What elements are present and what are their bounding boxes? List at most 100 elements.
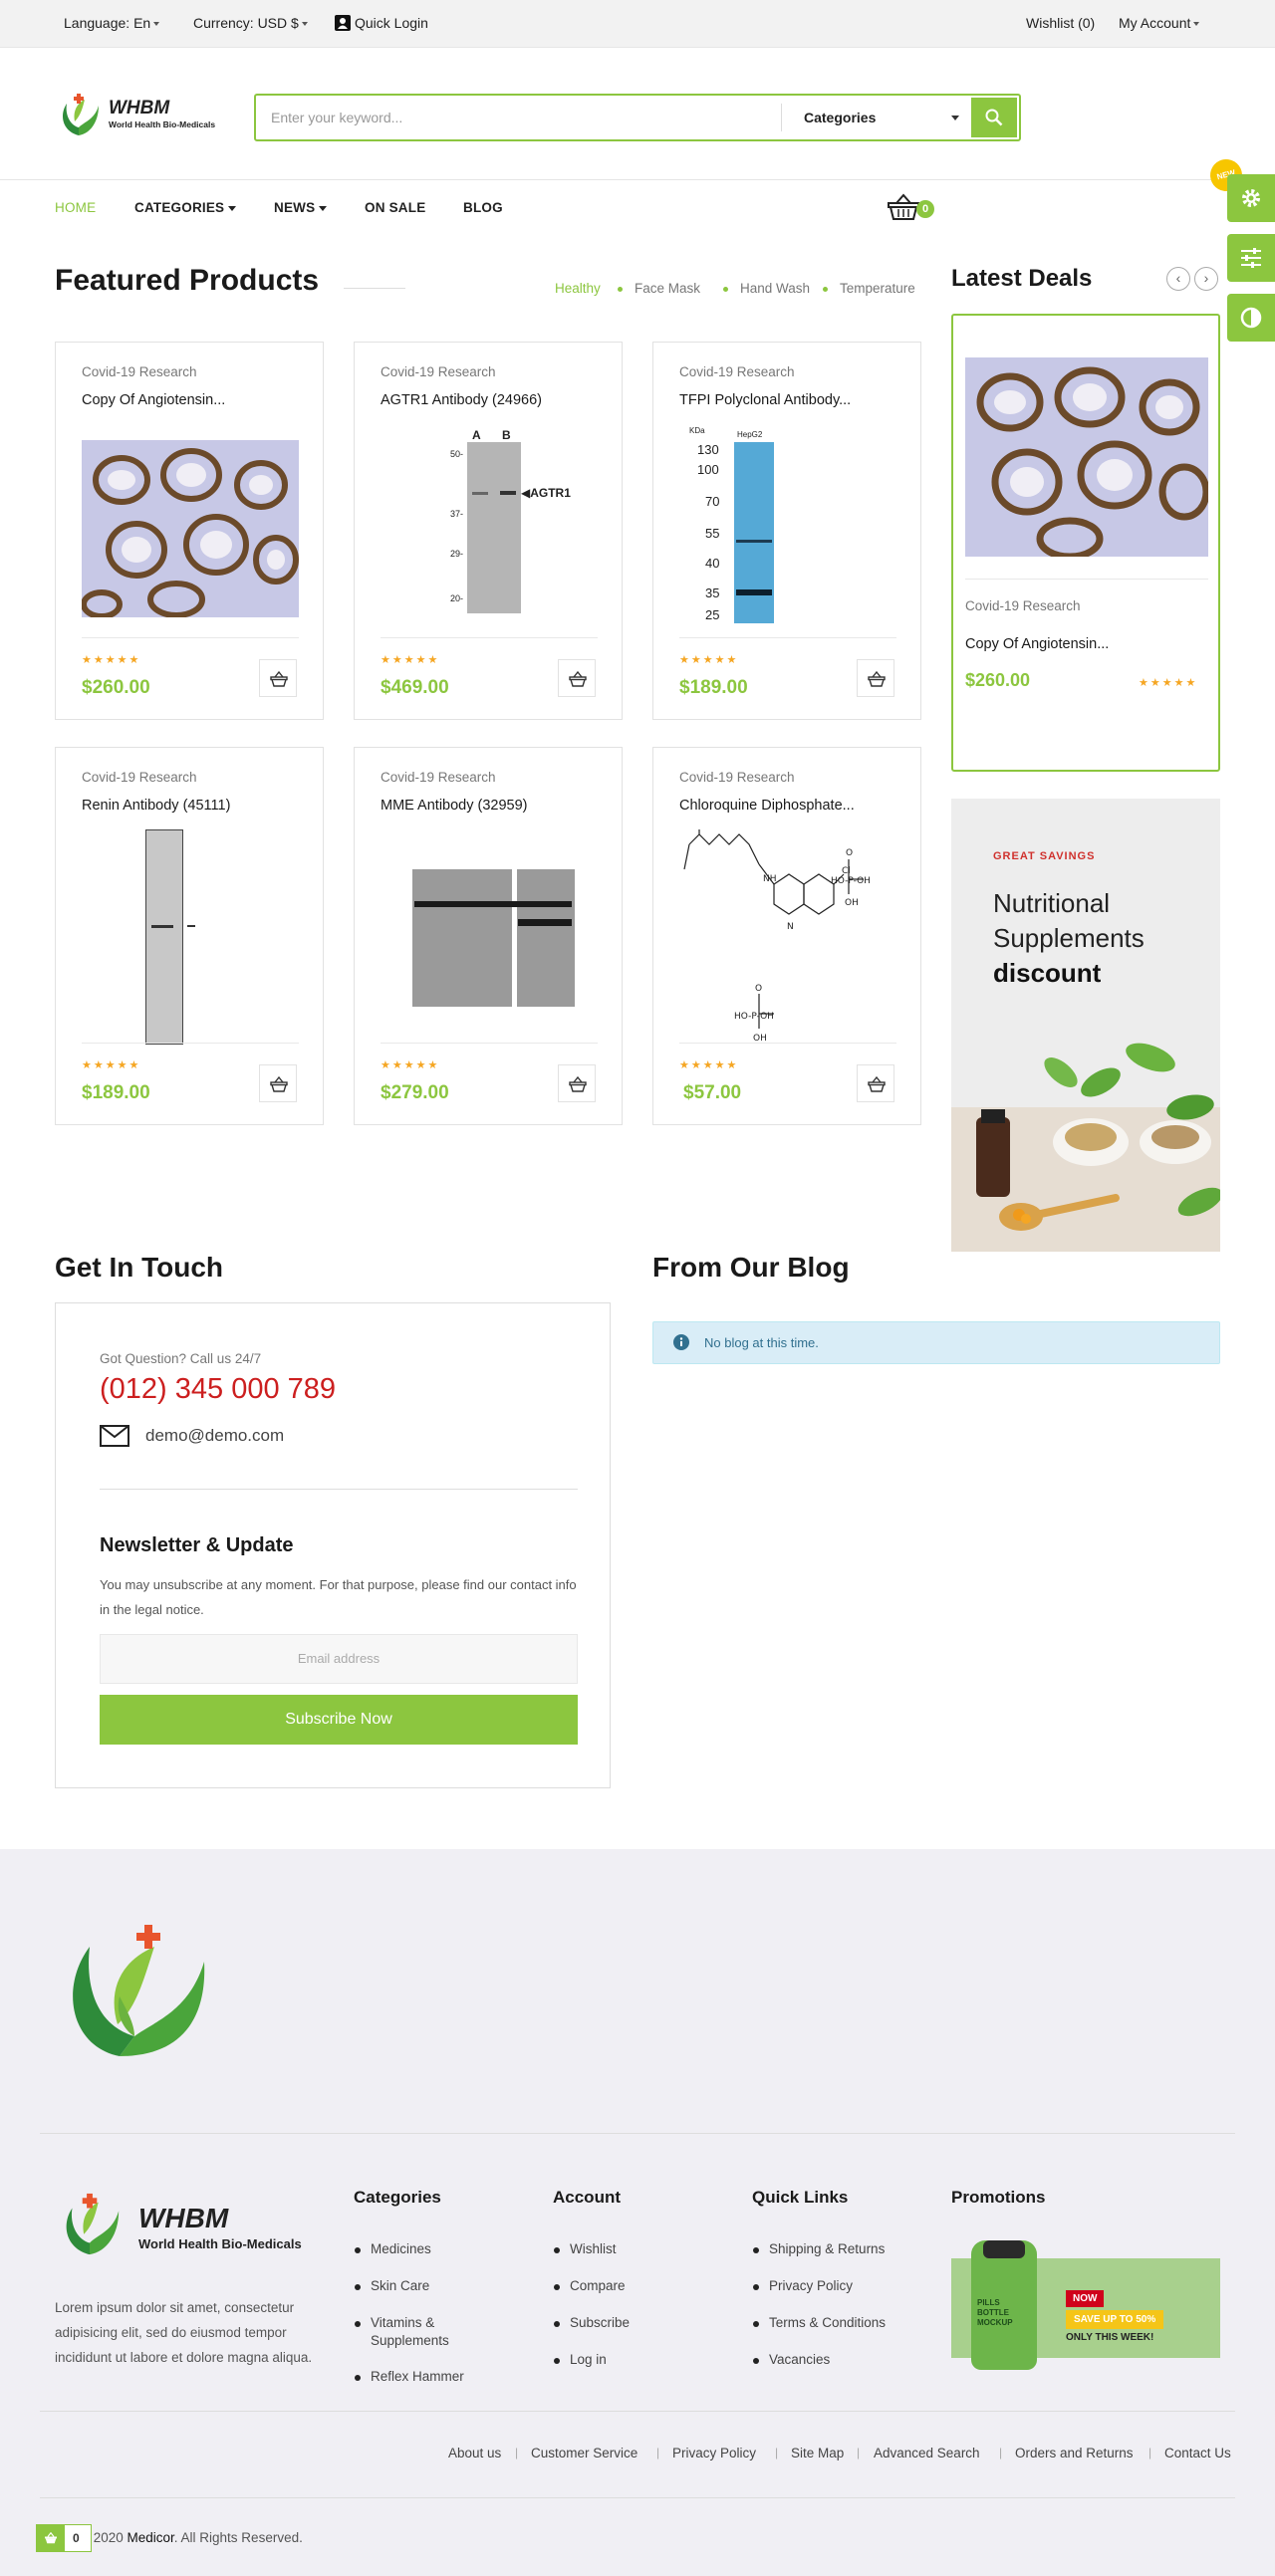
product-category[interactable]: Covid-19 Research xyxy=(82,770,197,785)
product-name[interactable]: Renin Antibody (45111) xyxy=(82,798,230,814)
product-category[interactable]: Covid-19 Research xyxy=(82,364,197,379)
logo-leaf-icon xyxy=(63,94,99,135)
add-to-cart-button[interactable] xyxy=(259,1064,297,1102)
settings-widget-button[interactable] xyxy=(1227,174,1275,222)
footer-bottom-link[interactable]: About us xyxy=(448,2446,501,2460)
product-category[interactable]: Covid-19 Research xyxy=(381,364,496,379)
promotion-banner[interactable]: PILLS BOTTLE MOCKUP NOW SAVE UP TO 50% O… xyxy=(951,2240,1220,2385)
filter-tab-face-mask[interactable]: Face Mask xyxy=(635,281,700,296)
footer-bottom-link[interactable]: Contact Us xyxy=(1164,2446,1231,2460)
nav-on-sale[interactable]: ON SALE xyxy=(365,200,425,215)
product-image-blot[interactable] xyxy=(82,829,299,1045)
mw-marker: 50- xyxy=(450,449,464,459)
filter-tab-healthy[interactable]: Healthy xyxy=(555,281,601,296)
footer-link[interactable]: Wishlist xyxy=(570,2241,617,2256)
contact-email[interactable]: demo@demo.com xyxy=(145,1426,284,1446)
deal-price: $260.00 xyxy=(965,670,1031,690)
newsletter-email-input[interactable]: Email address xyxy=(100,1634,578,1684)
product-name[interactable]: TFPI Polyclonal Antibody... xyxy=(679,392,851,408)
footer-link[interactable]: Privacy Policy xyxy=(769,2278,853,2293)
footer-link[interactable]: Medicines xyxy=(371,2241,431,2256)
nav-home[interactable]: HOME xyxy=(55,200,96,215)
footer-link[interactable]: Supplements xyxy=(371,2333,449,2348)
footer-bottom-link[interactable]: Site Map xyxy=(791,2446,844,2460)
prev-arrow-button[interactable]: ‹ xyxy=(1166,267,1190,291)
quick-login-link[interactable]: Quick Login xyxy=(335,15,428,31)
deal-card[interactable]: Covid-19 Research Copy Of Angiotensin...… xyxy=(951,314,1220,772)
svg-text:O: O xyxy=(846,848,853,858)
product-category[interactable]: Covid-19 Research xyxy=(679,770,795,785)
product-name[interactable]: Chloroquine Diphosphate... xyxy=(679,798,855,814)
blot-membrane xyxy=(467,442,521,613)
contrast-widget-button[interactable] xyxy=(1227,294,1275,342)
product-category[interactable]: Covid-19 Research xyxy=(381,770,496,785)
categories-dropdown[interactable]: Categories xyxy=(804,110,876,125)
footer-divider xyxy=(40,2133,1235,2134)
footer-bottom-link[interactable]: Orders and Returns xyxy=(1015,2446,1134,2460)
product-card[interactable]: Covid-19 Research Copy Of Angiotensin...… xyxy=(55,342,324,720)
my-account-menu[interactable]: My Account xyxy=(1119,15,1200,31)
product-card[interactable]: Covid-19 Research MME Antibody (32959) ★… xyxy=(354,747,623,1125)
mw-marker: 25 xyxy=(705,607,720,622)
add-to-cart-button[interactable] xyxy=(857,1064,894,1102)
search-input[interactable]: Enter your keyword... xyxy=(271,110,402,125)
footer-bottom-link[interactable]: Advanced Search xyxy=(874,2446,980,2460)
pill-bottle: PILLS BOTTLE MOCKUP xyxy=(971,2240,1037,2370)
footer-bottom-link[interactable]: Customer Service xyxy=(531,2446,638,2460)
add-to-cart-button[interactable] xyxy=(857,659,894,697)
product-image-tissue[interactable] xyxy=(82,440,299,617)
language-selector[interactable]: Language: En xyxy=(64,15,160,31)
logo[interactable]: WHBM World Health Bio-Medicals xyxy=(55,92,234,139)
deal-name[interactable]: Copy Of Angiotensin... xyxy=(965,636,1109,652)
nav-categories[interactable]: CATEGORIES xyxy=(134,200,237,215)
product-card[interactable]: Covid-19 Research AGTR1 Antibody (24966)… xyxy=(354,342,623,720)
copyright-brand-link[interactable]: Medicor xyxy=(128,2530,174,2545)
product-image-molecule[interactable]: NH Cl N O HO-P-OH OH O HO-P-OH OH xyxy=(679,824,896,1045)
search-button[interactable] xyxy=(971,98,1017,137)
product-name[interactable]: AGTR1 Antibody (24966) xyxy=(381,392,542,408)
mini-cart-widget[interactable]: 0 xyxy=(36,2524,92,2552)
promo-banner[interactable]: GREAT SAVINGS Nutritional Supplements di… xyxy=(951,799,1220,1252)
add-to-cart-button[interactable] xyxy=(558,659,596,697)
deal-image-tissue[interactable] xyxy=(965,357,1208,557)
footer-link[interactable]: Subscribe xyxy=(570,2315,630,2330)
footer-link[interactable]: Vacancies xyxy=(769,2352,830,2367)
footer-logo[interactable]: WHBM World Health Bio-Medicals xyxy=(55,2191,334,2255)
footer-link[interactable]: Log in xyxy=(570,2352,607,2367)
product-card[interactable]: Covid-19 Research Chloroquine Diphosphat… xyxy=(652,747,921,1125)
card-divider xyxy=(679,637,896,638)
footer-link[interactable]: Vitamins & xyxy=(371,2315,434,2330)
currency-selector[interactable]: Currency: USD $ xyxy=(193,15,308,31)
call-question: Got Question? Call us 24/7 xyxy=(100,1351,262,1366)
filter-tab-temperature[interactable]: Temperature xyxy=(840,281,915,296)
next-arrow-button[interactable]: › xyxy=(1194,267,1218,291)
footer-link[interactable]: Compare xyxy=(570,2278,626,2293)
nav-news[interactable]: NEWS xyxy=(274,200,328,215)
product-image-blot[interactable] xyxy=(381,847,598,1019)
banner-line3: discount xyxy=(993,958,1102,988)
add-to-cart-button[interactable] xyxy=(558,1064,596,1102)
subscribe-button[interactable]: Subscribe Now xyxy=(100,1695,578,1745)
wishlist-link[interactable]: Wishlist (0) xyxy=(1026,15,1095,31)
nav-blog[interactable]: BLOG xyxy=(463,200,503,215)
product-name[interactable]: MME Antibody (32959) xyxy=(381,798,528,814)
header-cart[interactable]: 0 xyxy=(887,193,936,223)
filters-widget-button[interactable] xyxy=(1227,234,1275,282)
product-name[interactable]: Copy Of Angiotensin... xyxy=(82,392,225,408)
product-card[interactable]: Covid-19 Research Renin Antibody (45111)… xyxy=(55,747,324,1125)
footer-link[interactable]: Shipping & Returns xyxy=(769,2241,885,2256)
contrast-icon xyxy=(1240,307,1262,329)
phone-number[interactable]: (012) 345 000 789 xyxy=(100,1373,336,1406)
product-card[interactable]: Covid-19 Research TFPI Polyclonal Antibo… xyxy=(652,342,921,720)
footer-bottom-link[interactable]: Privacy Policy xyxy=(672,2446,756,2460)
footer-link[interactable]: Skin Care xyxy=(371,2278,429,2293)
footer-link[interactable]: Reflex Hammer xyxy=(371,2369,464,2384)
mini-cart-count: 0 xyxy=(73,2531,80,2545)
deal-category[interactable]: Covid-19 Research xyxy=(965,598,1081,613)
add-to-cart-button[interactable] xyxy=(259,659,297,697)
footer-link[interactable]: Terms & Conditions xyxy=(769,2315,886,2330)
product-category[interactable]: Covid-19 Research xyxy=(679,364,795,379)
product-image-blot[interactable]: KDa HepG2 130 100 70 55 40 35 25 xyxy=(679,426,896,625)
filter-tab-hand-wash[interactable]: Hand Wash xyxy=(740,281,810,296)
product-image-blot[interactable]: A B 50- 37- 29- 20- ◀AGTR1 xyxy=(381,428,598,613)
